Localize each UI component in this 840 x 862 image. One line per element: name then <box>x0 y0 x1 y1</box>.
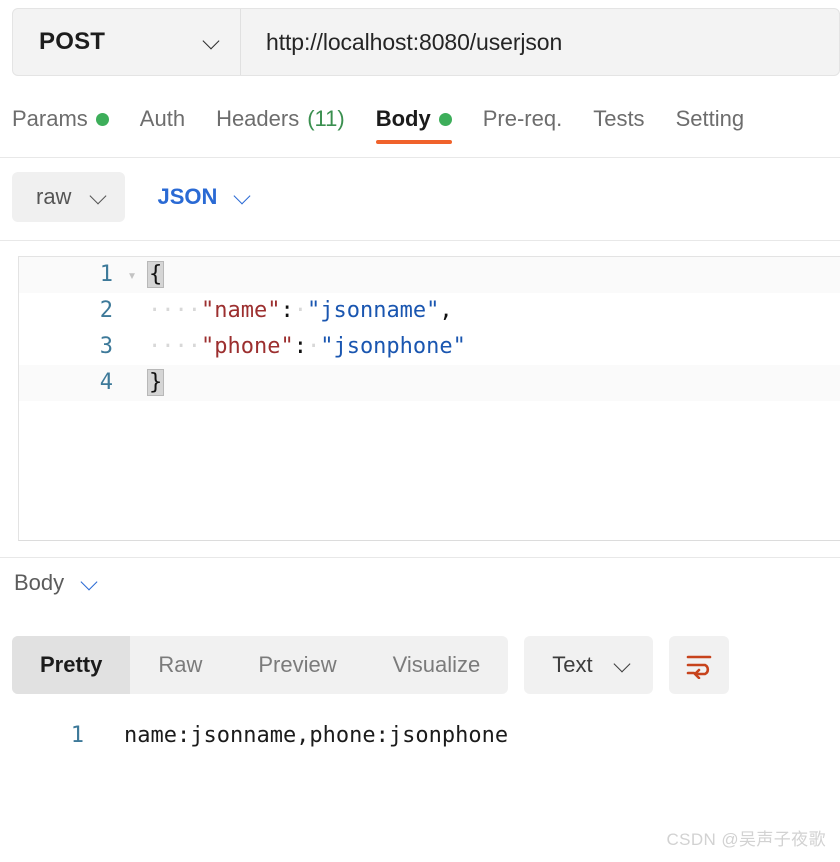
code-line: 1 ▾ { <box>19 257 840 293</box>
tab-settings[interactable]: Setting <box>676 104 745 144</box>
body-mode-row: raw JSON <box>12 172 251 222</box>
response-body-content[interactable]: 1 name:jsonname,phone:jsonphone <box>0 718 840 754</box>
response-view-tabs: Pretty Raw Preview Visualize <box>12 636 509 694</box>
response-tab-preview[interactable]: Preview <box>230 636 364 694</box>
body-mode-divider <box>0 240 840 241</box>
indent-guide: ···· <box>148 334 201 359</box>
json-string-value: "jsonphone" <box>320 334 466 359</box>
chevron-down-icon <box>91 189 107 205</box>
body-format-selector[interactable]: JSON <box>157 184 251 210</box>
json-colon: : <box>293 334 307 359</box>
request-url-bar: POST http://localhost:8080/userjson <box>12 8 840 76</box>
tab-auth-label: Auth <box>139 106 186 131</box>
url-input[interactable]: http://localhost:8080/userjson <box>241 9 839 75</box>
chevron-down-icon <box>615 657 631 673</box>
response-tab-pretty[interactable]: Pretty <box>12 636 131 694</box>
response-tab-raw-label: Raw <box>158 652 203 677</box>
response-divider <box>0 557 840 558</box>
code-line: 2 ····"name":·"jsonname", <box>19 293 840 329</box>
indent-guide: ···· <box>148 298 201 323</box>
json-string-value: "jsonname" <box>306 298 440 323</box>
response-body-header[interactable]: Body <box>14 570 98 596</box>
tabs-divider <box>0 157 840 158</box>
tab-pre-request-label: Pre-req. <box>482 106 563 131</box>
tab-params[interactable]: Params <box>12 104 109 144</box>
close-brace: } <box>146 369 165 396</box>
code-line: 4 } <box>19 365 840 401</box>
line-number: 4 <box>99 370 113 395</box>
tab-tests[interactable]: Tests <box>593 104 644 144</box>
tab-tests-label: Tests <box>593 106 645 131</box>
code-line-content: } <box>145 365 840 401</box>
chevron-down-icon <box>235 189 251 205</box>
tab-settings-label: Setting <box>675 106 745 131</box>
code-line: 3 ····"phone":·"jsonphone" <box>19 329 840 365</box>
response-tab-preview-label: Preview <box>258 652 337 677</box>
response-format-label: Text <box>552 652 593 677</box>
chevron-down-icon <box>204 34 220 50</box>
response-line-text: name:jsonname,phone:jsonphone <box>124 723 509 748</box>
http-method-label: POST <box>39 28 106 55</box>
code-line-content: ····"name":·"jsonname", <box>145 293 840 329</box>
active-tab-underline <box>375 140 452 144</box>
tab-headers-label: Headers <box>216 106 300 131</box>
tab-body[interactable]: Body <box>375 104 452 144</box>
response-tab-raw[interactable]: Raw <box>130 636 230 694</box>
response-view-toolbar: Pretty Raw Preview Visualize Text <box>12 636 729 694</box>
url-text: http://localhost:8080/userjson <box>266 28 563 55</box>
json-comma: , <box>439 298 453 323</box>
body-format-label: JSON <box>157 184 218 209</box>
http-method-selector[interactable]: POST <box>13 9 241 75</box>
watermark: CSDN @吴声子夜歌 <box>666 830 826 849</box>
unsaved-dot-icon <box>438 112 452 126</box>
chevron-down-icon[interactable] <box>82 575 98 591</box>
tab-headers[interactable]: Headers (11) <box>216 104 345 144</box>
request-tabs: Params Auth Headers (11) Body Pre-req. T… <box>0 104 840 158</box>
body-mode-selector[interactable]: raw <box>12 172 126 222</box>
response-tab-pretty-label: Pretty <box>40 652 103 677</box>
fold-chevron-icon[interactable]: ▾ <box>119 257 145 293</box>
json-colon: : <box>280 298 294 323</box>
body-mode-label: raw <box>36 184 72 209</box>
response-format-selector[interactable]: Text <box>524 636 653 694</box>
line-number: 2 <box>99 298 113 323</box>
response-body-label: Body <box>14 570 65 595</box>
tab-auth[interactable]: Auth <box>140 104 185 144</box>
request-body-editor[interactable]: 1 ▾ { 2 ····"name":·"jsonname", 3 ····"p… <box>18 256 840 541</box>
json-key: "name" <box>200 298 281 323</box>
word-wrap-button[interactable] <box>668 636 729 694</box>
tab-pre-request[interactable]: Pre-req. <box>483 104 562 144</box>
line-number: 3 <box>99 334 113 359</box>
line-number: 1 <box>70 723 84 748</box>
line-number: 1 <box>99 262 113 287</box>
tab-params-label: Params <box>12 106 88 131</box>
unsaved-dot-icon <box>95 112 109 126</box>
response-line: 1 name:jsonname,phone:jsonphone <box>0 718 840 754</box>
space-guide: · <box>293 298 307 323</box>
response-tab-visualize-label: Visualize <box>392 652 481 677</box>
code-line-content: { <box>145 257 840 293</box>
code-line-content: ····"phone":·"jsonphone" <box>145 329 840 365</box>
space-guide: · <box>306 334 321 359</box>
tab-headers-count: (11) <box>307 106 345 131</box>
response-tab-visualize[interactable]: Visualize <box>365 636 509 694</box>
word-wrap-icon <box>686 655 711 679</box>
json-key: "phone" <box>200 334 294 359</box>
open-brace: { <box>146 261 165 288</box>
tab-body-label: Body <box>375 106 431 131</box>
